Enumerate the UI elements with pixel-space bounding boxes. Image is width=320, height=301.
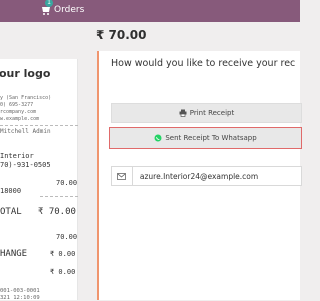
receive-question-heading: How would you like to receive your rec: [111, 58, 296, 69]
served-by: Mitchell Admin: [0, 128, 51, 135]
send-whatsapp-button[interactable]: Sent Receipt To Whatsapp: [109, 127, 302, 149]
receipt-options-panel: How would you like to receive your rec P…: [97, 51, 302, 300]
orders-icon: 1: [40, 0, 53, 16]
email-field-group: [111, 166, 302, 186]
printer-icon: [179, 109, 187, 117]
email-input[interactable]: [132, 170, 301, 182]
divider: [40, 196, 78, 197]
tax-amount: ₹ 0.00: [50, 268, 76, 276]
customer-name: Interior: [0, 152, 34, 160]
divider: [0, 125, 78, 126]
receipt-preview: our logo y (San Francisco) 0) 695-3277 r…: [0, 59, 78, 301]
customer-phone: 70)-931-0505: [0, 161, 51, 169]
total-value: ₹ 70.00: [38, 207, 76, 217]
print-receipt-button[interactable]: Print Receipt: [111, 103, 302, 123]
company-phone: 0) 695-3277: [0, 102, 34, 108]
amount-due: ₹ 70.00: [96, 28, 147, 42]
order-datetime: 321 12:10:09: [0, 295, 40, 301]
orders-tab[interactable]: 1 Orders: [40, 0, 85, 16]
print-receipt-label: Print Receipt: [189, 109, 235, 117]
envelope-icon: [112, 167, 133, 185]
company-address: y (San Francisco): [0, 95, 52, 101]
total-label: OTAL: [0, 207, 22, 217]
paid-amount: 70.00: [56, 233, 78, 241]
whatsapp-icon: [154, 134, 162, 142]
change-label: HANGE: [0, 249, 28, 259]
company-website: w.example.com: [0, 116, 40, 122]
order-reference: 001-003-0001: [0, 288, 40, 294]
product-code: 18000: [0, 187, 22, 195]
send-whatsapp-label: Sent Receipt To Whatsapp: [165, 134, 257, 142]
product-amount: 70.00: [56, 179, 78, 187]
top-navbar: 1 Orders: [0, 0, 300, 22]
change-value: ₹ 0.00: [50, 250, 76, 258]
company-logo-text: our logo: [0, 67, 51, 80]
company-email: rcompany.com: [0, 109, 37, 115]
orders-label: Orders: [54, 5, 85, 15]
